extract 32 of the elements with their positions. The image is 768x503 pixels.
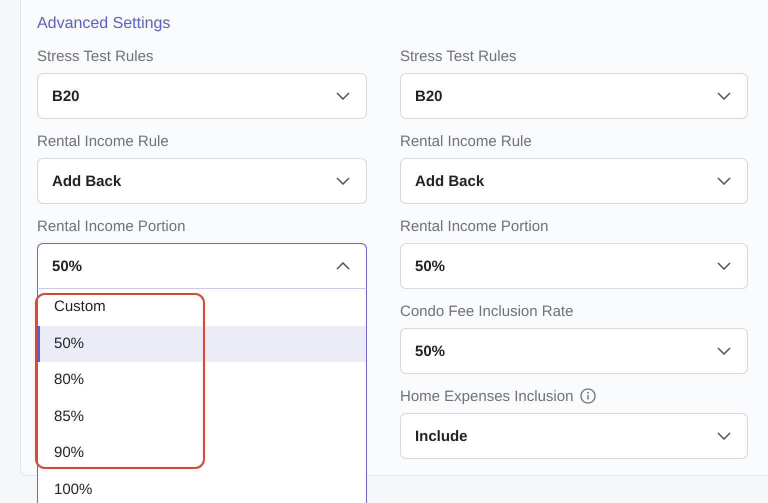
chevron-down-icon [336,177,350,185]
dropdown-select[interactable]: B20 [37,73,367,119]
dropdown-option[interactable]: Custom [37,289,366,326]
chevron-down-icon [717,347,731,355]
field-label: Stress Test Rules [37,48,154,64]
chevron-down-icon [717,177,731,185]
dropdown-option[interactable]: 80% [37,362,366,398]
field-label: Rental Income Rule [37,132,169,150]
dropdown-select[interactable]: Add Back [37,158,367,204]
field-label: Rental Income Portion [37,218,186,234]
chevron-down-icon [336,92,350,100]
dropdown-option[interactable]: 90% [37,435,366,472]
chevron-down-icon [717,262,731,270]
dropdown-select[interactable]: 50% [400,328,748,374]
chevron-down-icon [717,432,731,440]
field-label: Home Expenses Inclusion [400,388,574,404]
dropdown-select[interactable]: Add Back [400,158,748,204]
chevron-up-icon [336,262,350,270]
field-label: Condo Fee Inclusion Rate [400,302,574,320]
dropdown-option[interactable]: 50% [37,326,366,362]
field-label: Rental Income Rule [400,132,532,150]
chevron-down-icon [717,92,731,100]
dropdown-select[interactable]: 50% [400,243,748,289]
dropdown-select[interactable]: 50% [37,243,367,289]
dropdown-option[interactable]: 100% [37,472,366,503]
field-label: Stress Test Rules [400,48,516,64]
dropdown-select[interactable]: Include [400,413,748,459]
info-icon[interactable] [580,388,596,404]
field-label: Rental Income Portion [400,218,548,234]
dropdown-select[interactable]: B20 [400,73,748,119]
dropdown-option[interactable]: 85% [37,398,366,435]
section-title: Advanced Settings [37,14,172,34]
